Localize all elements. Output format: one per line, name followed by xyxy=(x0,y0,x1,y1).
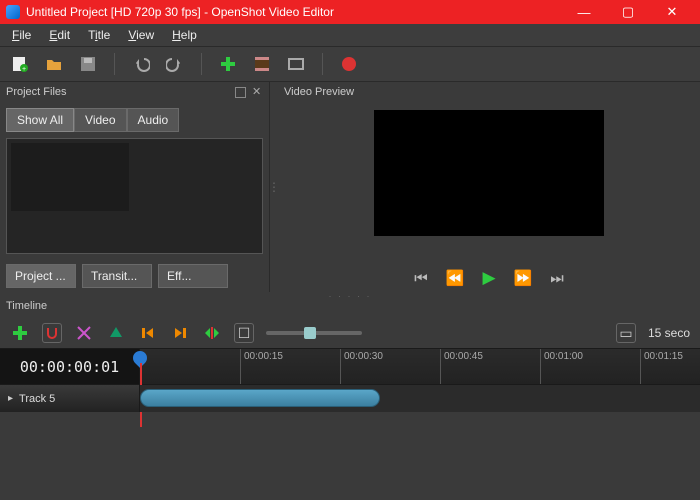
fullscreen-icon[interactable] xyxy=(286,54,306,74)
undo-icon[interactable] xyxy=(131,54,151,74)
panel-detach-icon[interactable] xyxy=(235,87,246,98)
menubar: File Edit Title View Help xyxy=(0,24,700,46)
tab-transitions[interactable]: Transit... xyxy=(82,264,152,288)
transport-controls: ⏮ ⏪ ▶ ⏩ ⏭ xyxy=(278,264,700,292)
timeline-options-icon[interactable]: ☐ xyxy=(234,323,254,343)
menu-help[interactable]: Help xyxy=(164,26,205,44)
ruler-tick: 00:00:30 xyxy=(340,349,383,384)
jump-start-icon[interactable]: ⏮ xyxy=(414,270,428,287)
titlebar: Untitled Project [HD 720p 30 fps] - Open… xyxy=(0,0,700,24)
fast-forward-icon[interactable]: ⏩ xyxy=(514,269,533,287)
vertical-splitter[interactable]: ⋮ xyxy=(270,82,278,292)
timeline-title: Timeline xyxy=(0,300,700,318)
timeline-ruler[interactable]: 00:00:15 00:00:30 00:00:45 00:01:00 00:0… xyxy=(140,349,700,384)
zoom-slider[interactable] xyxy=(266,331,362,335)
new-project-icon[interactable]: + xyxy=(10,54,30,74)
svg-text:+: + xyxy=(22,66,26,73)
project-files-area[interactable] xyxy=(6,138,263,254)
tab-project-files[interactable]: Project ... xyxy=(6,264,76,288)
timeline-toolbar: ☐ ▭ 15 seco xyxy=(0,318,700,348)
next-marker-icon[interactable] xyxy=(170,323,190,343)
previous-marker-icon[interactable] xyxy=(138,323,158,343)
import-files-icon[interactable] xyxy=(218,54,238,74)
clip[interactable] xyxy=(140,389,380,407)
track-name: Track 5 xyxy=(19,393,55,405)
track-lane[interactable] xyxy=(140,385,700,412)
filter-video[interactable]: Video xyxy=(74,108,126,132)
panels-row: Project Files ✕ Show All Video Audio Pro… xyxy=(0,82,700,292)
jump-end-icon[interactable]: ⏭ xyxy=(550,270,564,287)
video-preview-title: Video Preview xyxy=(284,86,354,98)
redo-icon[interactable] xyxy=(165,54,185,74)
ruler-tick: 00:01:15 xyxy=(640,349,683,384)
panel-bottom-tabs: Project ... Transit... Eff... xyxy=(0,260,269,292)
menu-title[interactable]: Title xyxy=(80,26,118,44)
main-toolbar: + xyxy=(0,46,700,82)
window-title: Untitled Project [HD 720p 30 fps] - Open… xyxy=(26,5,334,19)
menu-file[interactable]: File xyxy=(4,26,39,44)
filter-audio[interactable]: Audio xyxy=(127,108,180,132)
project-files-header: Project Files ✕ xyxy=(0,82,269,102)
tab-effects[interactable]: Eff... xyxy=(158,264,228,288)
add-track-icon[interactable] xyxy=(10,323,30,343)
window-controls: — ▢ ✕ xyxy=(562,0,694,24)
export-video-icon[interactable] xyxy=(339,54,359,74)
video-preview-header: Video Preview xyxy=(278,82,700,102)
center-playhead-icon[interactable] xyxy=(202,323,222,343)
video-preview-panel: Video Preview ⏮ ⏪ ▶ ⏩ ⏭ xyxy=(278,82,700,292)
save-project-icon[interactable] xyxy=(78,54,98,74)
file-thumbnail[interactable] xyxy=(11,143,129,211)
maximize-button[interactable]: ▢ xyxy=(606,0,650,24)
zoom-handle[interactable] xyxy=(304,327,316,339)
track-row: ▸ Track 5 xyxy=(0,384,700,412)
ruler-tick: 00:00:15 xyxy=(240,349,283,384)
menu-edit[interactable]: Edit xyxy=(41,26,78,44)
video-preview-canvas[interactable] xyxy=(374,110,604,236)
ruler-tick: 00:01:00 xyxy=(540,349,583,384)
project-files-panel: Project Files ✕ Show All Video Audio Pro… xyxy=(0,82,270,292)
rewind-icon[interactable]: ⏪ xyxy=(446,269,465,287)
close-button[interactable]: ✕ xyxy=(650,0,694,24)
timecode-display[interactable]: 00:00:00:01 xyxy=(0,349,140,384)
open-project-icon[interactable] xyxy=(44,54,64,74)
horizontal-splitter[interactable]: · · · · · xyxy=(0,292,700,300)
filter-show-all[interactable]: Show All xyxy=(6,108,74,132)
snap-icon[interactable] xyxy=(42,323,62,343)
minimize-button[interactable]: — xyxy=(562,0,606,24)
timeline-ruler-row: 00:00:00:01 00:00:15 00:00:30 00:00:45 0… xyxy=(0,348,700,384)
add-marker-icon[interactable] xyxy=(106,323,126,343)
play-icon[interactable]: ▶ xyxy=(482,268,495,288)
timeline-panel: Timeline ☐ ▭ 15 seco 00:00:00:01 00:00:1… xyxy=(0,300,700,412)
project-files-title: Project Files xyxy=(6,86,67,98)
menu-view[interactable]: View xyxy=(120,26,162,44)
zoom-box-icon[interactable]: ▭ xyxy=(616,323,636,343)
ruler-tick: 00:00:45 xyxy=(440,349,483,384)
track-chevron-icon[interactable]: ▸ xyxy=(8,393,13,404)
razor-icon[interactable] xyxy=(74,323,94,343)
choose-profile-icon[interactable] xyxy=(252,54,272,74)
zoom-label: 15 seco xyxy=(648,326,690,340)
panel-close-icon[interactable]: ✕ xyxy=(252,87,263,98)
app-icon xyxy=(6,5,20,19)
filter-tabs: Show All Video Audio xyxy=(0,102,269,138)
track-label[interactable]: ▸ Track 5 xyxy=(0,385,140,412)
